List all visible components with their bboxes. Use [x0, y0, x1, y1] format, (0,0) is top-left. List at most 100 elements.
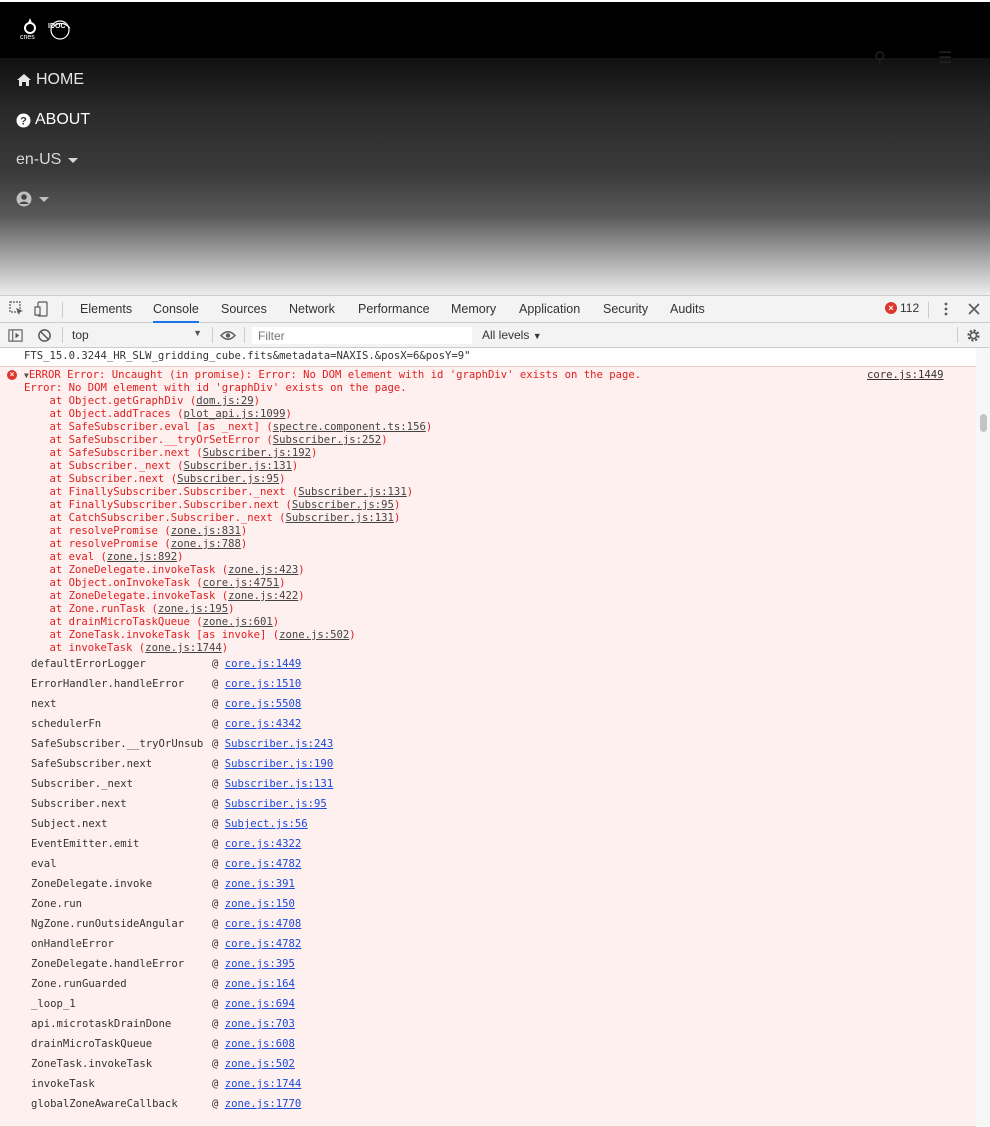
at-symbol: @ — [212, 778, 225, 790]
device-toolbar-icon[interactable] — [34, 301, 50, 317]
trace-file-link[interactable]: Subscriber.js:95 — [177, 473, 279, 485]
language-label: en-US — [16, 151, 62, 168]
call-stack-source-link[interactable]: zone.js:164 — [225, 978, 295, 990]
tab-performance[interactable]: Performance — [358, 296, 430, 323]
trace-close-paren: ) — [240, 538, 248, 550]
console-toolbar: top ▼ All levels ▼ — [0, 323, 990, 348]
trace-file-link[interactable]: plot_api.js:1099 — [183, 408, 285, 420]
console-scrollbar[interactable] — [976, 348, 990, 1127]
filter-input[interactable] — [252, 327, 472, 344]
trace-file-link[interactable]: dom.js:29 — [196, 395, 253, 407]
tab-memory[interactable]: Memory — [451, 296, 496, 323]
call-stack-source-link[interactable]: zone.js:391 — [225, 878, 295, 890]
call-stack-source-link[interactable]: Subscriber.js:131 — [225, 778, 333, 790]
call-stack-source-link[interactable]: zone.js:694 — [225, 998, 295, 1010]
at-symbol: @ — [212, 758, 225, 770]
trace-file-link[interactable]: zone.js:423 — [228, 564, 298, 576]
hamburger-icon[interactable]: ☰ — [938, 48, 952, 68]
call-stack-function: defaultErrorLogger — [31, 658, 146, 670]
trace-file-link[interactable]: Subscriber.js:131 — [183, 460, 291, 472]
tab-console[interactable]: Console — [153, 296, 199, 323]
trace-file-link[interactable]: zone.js:601 — [203, 616, 273, 628]
call-stack-row: NgZone.runOutsideAngular @ core.js:4708 — [31, 914, 333, 934]
call-stack-row: ErrorHandler.handleError @ core.js:1510 — [31, 674, 333, 694]
trace-file-link[interactable]: zone.js:195 — [158, 603, 228, 615]
call-stack-source-link[interactable]: core.js:4782 — [225, 858, 302, 870]
kebab-menu-icon[interactable] — [938, 301, 954, 317]
eye-icon[interactable] — [220, 329, 236, 342]
divider — [928, 302, 929, 318]
tab-security[interactable]: Security — [603, 296, 648, 323]
clear-console-icon[interactable] — [37, 328, 52, 343]
tab-elements[interactable]: Elements — [80, 296, 132, 323]
log-levels-dropdown[interactable]: All levels ▼ — [482, 328, 542, 342]
call-stack-source-link[interactable]: Subscriber.js:95 — [225, 798, 327, 810]
call-stack-source-link[interactable]: zone.js:395 — [225, 958, 295, 970]
tab-application[interactable]: Application — [519, 296, 580, 323]
tab-sources[interactable]: Sources — [221, 296, 267, 323]
stack-trace-line: at ZoneTask.invokeTask [as invoke] (zone… — [24, 629, 432, 642]
call-stack-source-link[interactable]: zone.js:502 — [225, 1058, 295, 1070]
trace-file-link[interactable]: zone.js:831 — [171, 525, 241, 537]
trace-file-link[interactable]: Subscriber.js:131 — [298, 486, 406, 498]
inspect-element-icon[interactable] — [9, 301, 25, 317]
user-dropdown[interactable] — [16, 191, 49, 207]
error-source-link[interactable]: core.js:1449 — [867, 369, 944, 381]
logo-idoc-text: IDOC — [48, 23, 66, 30]
call-stack-source-link[interactable]: core.js:4322 — [225, 838, 302, 850]
tab-network[interactable]: Network — [289, 296, 335, 323]
site-logo[interactable]: cnes IDOC — [18, 14, 80, 46]
call-stack-function: ErrorHandler.handleError — [31, 678, 185, 690]
close-icon[interactable] — [966, 301, 982, 317]
call-stack-source-link[interactable]: core.js:5508 — [225, 698, 302, 710]
call-stack-function: api.microtaskDrainDone — [31, 1018, 172, 1030]
stack-trace-line: at eval (zone.js:892) — [24, 551, 432, 564]
trace-file-link[interactable]: Subscriber.js:192 — [203, 447, 311, 459]
call-stack-source-link[interactable]: core.js:4342 — [225, 718, 302, 730]
call-stack-source-link[interactable]: zone.js:150 — [225, 898, 295, 910]
at-symbol: @ — [212, 1078, 225, 1090]
at-symbol: @ — [212, 818, 225, 830]
trace-file-link[interactable]: Subscriber.js:131 — [286, 512, 394, 524]
call-stack-source-link[interactable]: core.js:4708 — [225, 918, 302, 930]
language-dropdown[interactable]: en-US — [16, 151, 79, 169]
call-stack-row: api.microtaskDrainDone @ zone.js:703 — [31, 1014, 333, 1034]
trace-function: at SafeSubscriber.next ( — [24, 447, 203, 459]
call-stack-source-link[interactable]: zone.js:1744 — [225, 1078, 302, 1090]
trace-file-link[interactable]: spectre.component.ts:156 — [273, 421, 426, 433]
show-sidebar-icon[interactable] — [8, 328, 23, 343]
call-stack-source-link[interactable]: zone.js:608 — [225, 1038, 295, 1050]
context-select[interactable]: top ▼ — [72, 328, 202, 343]
at-symbol: @ — [212, 978, 225, 990]
call-stack-source-link[interactable]: core.js:1510 — [225, 678, 302, 690]
call-stack-source-link[interactable]: core.js:1449 — [225, 658, 302, 670]
stack-trace-line: at SafeSubscriber.__tryOrSetError (Subsc… — [24, 434, 432, 447]
tab-audits[interactable]: Audits — [670, 296, 705, 323]
trace-file-link[interactable]: zone.js:892 — [107, 551, 177, 563]
trace-file-link[interactable]: core.js:4751 — [203, 577, 280, 589]
scrollbar-thumb[interactable] — [980, 414, 987, 432]
error-counter[interactable]: × 112 — [885, 301, 919, 315]
trace-file-link[interactable]: zone.js:1744 — [145, 642, 222, 654]
call-stack-source-link[interactable]: zone.js:703 — [225, 1018, 295, 1030]
settings-gear-icon[interactable] — [966, 328, 981, 343]
trace-file-link[interactable]: Subscriber.js:95 — [292, 499, 394, 511]
trace-file-link[interactable]: zone.js:788 — [171, 538, 241, 550]
call-stack-source-link[interactable]: Subscriber.js:243 — [225, 738, 333, 750]
trace-close-paren: ) — [228, 603, 235, 615]
call-stack-source-link[interactable]: zone.js:1770 — [225, 1098, 302, 1110]
trace-file-link[interactable]: Subscriber.js:252 — [273, 434, 381, 446]
trace-function: at drainMicroTaskQueue ( — [24, 616, 203, 628]
call-stack-function: invokeTask — [31, 1078, 95, 1090]
nav-home[interactable]: HOME — [16, 71, 84, 89]
call-stack-source-link[interactable]: Subject.js:56 — [225, 818, 308, 830]
trace-file-link[interactable]: zone.js:502 — [279, 629, 349, 641]
search-icon[interactable]: ⚲ — [874, 48, 886, 68]
call-stack-row: _loop_1 @ zone.js:694 — [31, 994, 333, 1014]
nav-about[interactable]: ? ABOUT — [16, 111, 90, 129]
call-stack-function: NgZone.runOutsideAngular — [31, 918, 185, 930]
error-header[interactable]: ▼ERROR Error: Uncaught (in promise): Err… — [24, 369, 641, 381]
call-stack-source-link[interactable]: core.js:4782 — [225, 938, 302, 950]
call-stack-source-link[interactable]: Subscriber.js:190 — [225, 758, 333, 770]
trace-file-link[interactable]: zone.js:422 — [228, 590, 298, 602]
